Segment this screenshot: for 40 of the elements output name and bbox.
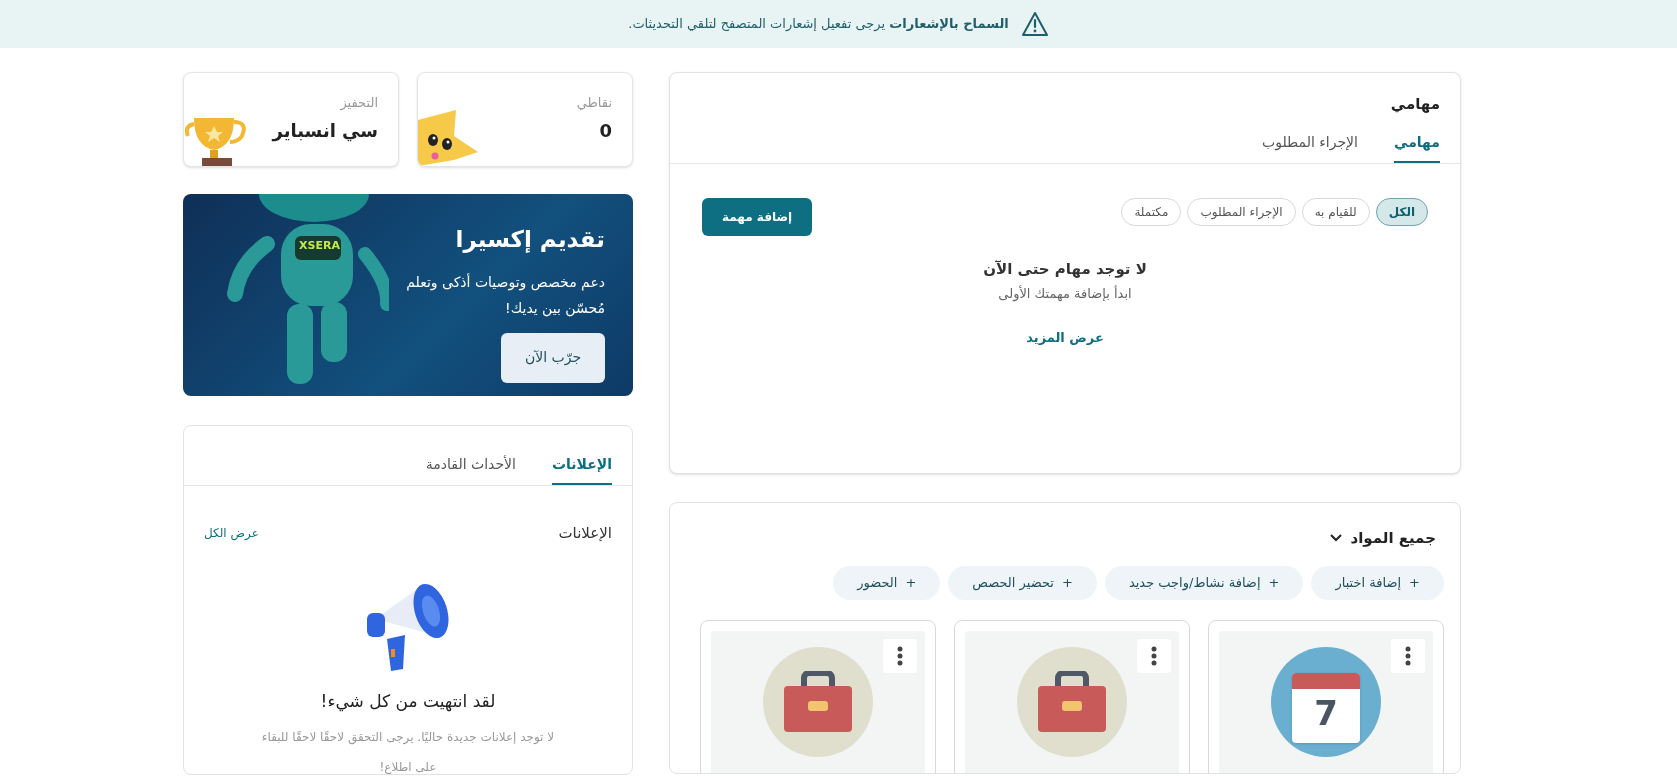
tab[interactable]: الأحداث القادمة [425,454,516,485]
section-heading: الإعلانات [558,523,612,544]
stat-value: سي انسباير [272,118,378,144]
view-all-link[interactable]: عرض الكل [204,524,259,543]
tab[interactable]: مهامي [1394,131,1440,163]
chevron-down-icon [1330,534,1343,543]
empty-title: لا توجد مهام حتى الآن [983,258,1147,280]
kebab-menu-icon [897,645,903,666]
tab[interactable]: الإجراء المطلوب [1262,131,1358,163]
more-options-button[interactable] [1391,638,1425,673]
filter-chip[interactable]: الإجراء المطلوب [1187,197,1296,226]
empty-message: لا توجد إعلانات جديدة حاليًا. يرجى التحقق لاحقًا لاحقًا للبقاء على اطلاع! [260,729,556,774]
warning-icon [1020,11,1049,37]
action-chip[interactable]: + تحضير الحصص [948,565,1097,600]
action-chip[interactable]: + إضافة اختبار [1311,565,1444,600]
kebab-menu-icon [1405,645,1411,666]
filter-chip[interactable]: للقيام به [1301,197,1370,226]
more-options-button[interactable] [883,638,917,673]
stat-value: 0 [599,118,612,143]
promo-text: دعم مخصص وتوصيات أذكى وتعلم مُحسّن بين يديك! [405,272,605,319]
notification-message: السماح بالإشعارات يرجى تفعيل إشعارات المتصفح لتلقي التحديثات. [628,15,1009,34]
empty-title: لقد انتهيت من كل شيء! [320,689,496,714]
add-task-button[interactable]: إضافة مهمة [702,197,813,236]
action-chip[interactable]: + إضافة نشاط/واجب جديد [1104,565,1304,600]
card-title: مهامي [1389,94,1440,115]
kebab-menu-icon [1151,645,1157,666]
robot-label: XSERA [299,238,340,254]
calendar-icon: 7 [1271,646,1381,757]
tab[interactable]: الإعلانات [552,454,612,485]
subject-dropdown[interactable]: جميع المواد [1330,527,1444,550]
empty-subtitle: ابدأ بإضافة مهمتك الأولى [998,284,1132,304]
filter-chip[interactable]: مكتملة [1121,197,1182,226]
stat-label: التحفيز [339,94,378,113]
promo-title: تقديم إكسيرا [455,225,605,255]
filter-chip[interactable]: الكل [1375,197,1428,226]
stat-label: نقاطي [575,94,612,112]
action-chip[interactable]: + الحضور [833,565,941,600]
view-more-link[interactable]: عرض المزيد [1026,327,1104,347]
try-now-button[interactable]: جرّب الآن [501,332,605,383]
more-options-button[interactable] [1137,638,1171,673]
